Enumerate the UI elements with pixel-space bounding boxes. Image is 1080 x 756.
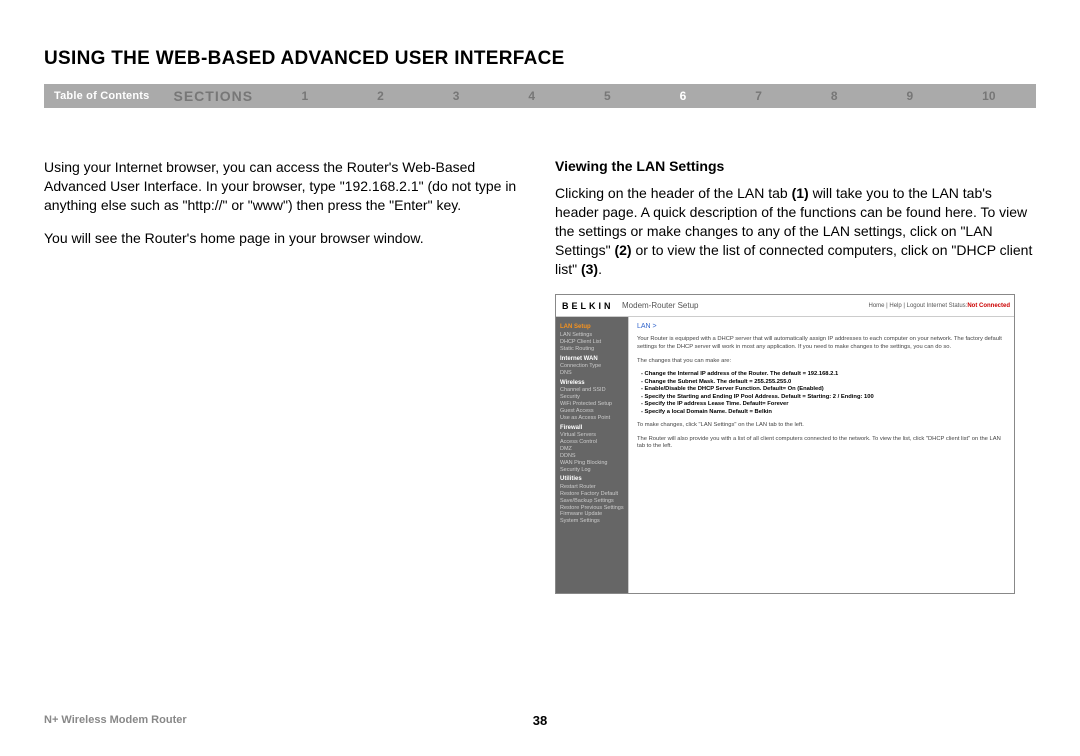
ss-restoreprev: Restore Previous Settings: [560, 505, 624, 512]
ss-static-routing: Static Routing: [560, 346, 624, 353]
ss-para4: The Router will also provide you with a …: [637, 436, 1006, 451]
ss-wps: WiFi Protected Setup: [560, 401, 624, 408]
ss-lan-settings: LAN Settings: [560, 332, 624, 339]
ss-para3: To make changes, click "LAN Settings" on…: [637, 422, 1006, 430]
ss-guest: Guest Access: [560, 408, 624, 415]
ss-top-links: Home | Help | Logout Internet Status:Not…: [868, 303, 1014, 309]
ss-lan-setup: LAN Setup: [560, 324, 624, 332]
ss-seclog: Security Log: [560, 467, 624, 474]
section-6[interactable]: 6: [680, 89, 687, 103]
ss-conn-type: Connection Type: [560, 363, 624, 370]
ss-restore: Restore Factory Default: [560, 491, 624, 498]
section-navbar: Table of Contents SECTIONS 1 2 3 4 5 6 7…: [44, 84, 1036, 108]
section-3[interactable]: 3: [453, 89, 460, 103]
ss-wpb: WAN Ping Blocking: [560, 460, 624, 467]
ss-dns: DNS: [560, 370, 624, 377]
ss-para1: Your Router is equipped with a DHCP serv…: [637, 336, 1006, 351]
intro-paragraph-2: You will see the Router's home page in y…: [44, 229, 525, 248]
section-2[interactable]: 2: [377, 89, 384, 103]
ss-bullets: - Change the Internal IP address of the …: [641, 371, 1006, 416]
ss-wireless: Wireless: [560, 380, 624, 388]
ss-sys: System Settings: [560, 518, 624, 525]
ss-title: Modem-Router Setup: [616, 301, 868, 310]
section-4[interactable]: 4: [528, 89, 535, 103]
ss-para2: The changes that you can make are:: [637, 358, 1006, 366]
ss-utilities: Utilities: [560, 476, 624, 484]
ss-dhcp-client: DHCP Client List: [560, 339, 624, 346]
router-ui-screenshot: BELKIN Modem-Router Setup Home | Help | …: [555, 294, 1015, 594]
ss-main: LAN > Your Router is equipped with a DHC…: [628, 317, 1014, 594]
ss-vs: Virtual Servers: [560, 432, 624, 439]
lan-settings-paragraph: Clicking on the header of the LAN tab (1…: [555, 184, 1036, 278]
ss-header: BELKIN Modem-Router Setup Home | Help | …: [556, 295, 1014, 317]
ss-breadcrumb: LAN >: [637, 323, 1006, 330]
ss-wan: Internet WAN: [560, 356, 624, 364]
right-column: Viewing the LAN Settings Clicking on the…: [555, 158, 1036, 594]
ss-ap: Use as Access Point: [560, 415, 624, 422]
page-title: USING THE WEB-BASED ADVANCED USER INTERF…: [44, 48, 1036, 70]
ss-ac: Access Control: [560, 439, 624, 446]
page-number: 38: [533, 713, 547, 728]
ss-sidebar: LAN Setup LAN Settings DHCP Client List …: [556, 317, 628, 594]
sections-label: SECTIONS: [173, 88, 253, 104]
ss-firewall: Firewall: [560, 425, 624, 433]
belkin-logo: BELKIN: [556, 301, 616, 311]
product-name: N+ Wireless Modem Router: [44, 714, 187, 726]
section-numbers: 1 2 3 4 5 6 7 8 9 10: [261, 89, 1036, 103]
ss-save: Save/Backup Settings: [560, 498, 624, 505]
section-1[interactable]: 1: [302, 89, 309, 103]
section-9[interactable]: 9: [907, 89, 914, 103]
section-7[interactable]: 7: [755, 89, 762, 103]
toc-link[interactable]: Table of Contents: [44, 90, 173, 102]
ss-ddns: DDNS: [560, 453, 624, 460]
page-footer: N+ Wireless Modem Router 38: [44, 714, 1036, 726]
lan-settings-heading: Viewing the LAN Settings: [555, 158, 1036, 174]
intro-paragraph-1: Using your Internet browser, you can acc…: [44, 158, 525, 215]
ss-fw: Firmware Update: [560, 511, 624, 518]
ss-restart: Restart Router: [560, 484, 624, 491]
section-5[interactable]: 5: [604, 89, 611, 103]
left-column: Using your Internet browser, you can acc…: [44, 158, 525, 594]
section-8[interactable]: 8: [831, 89, 838, 103]
ss-channel: Channel and SSID: [560, 387, 624, 394]
ss-security: Security: [560, 394, 624, 401]
ss-dmz: DMZ: [560, 446, 624, 453]
section-10[interactable]: 10: [982, 89, 995, 103]
